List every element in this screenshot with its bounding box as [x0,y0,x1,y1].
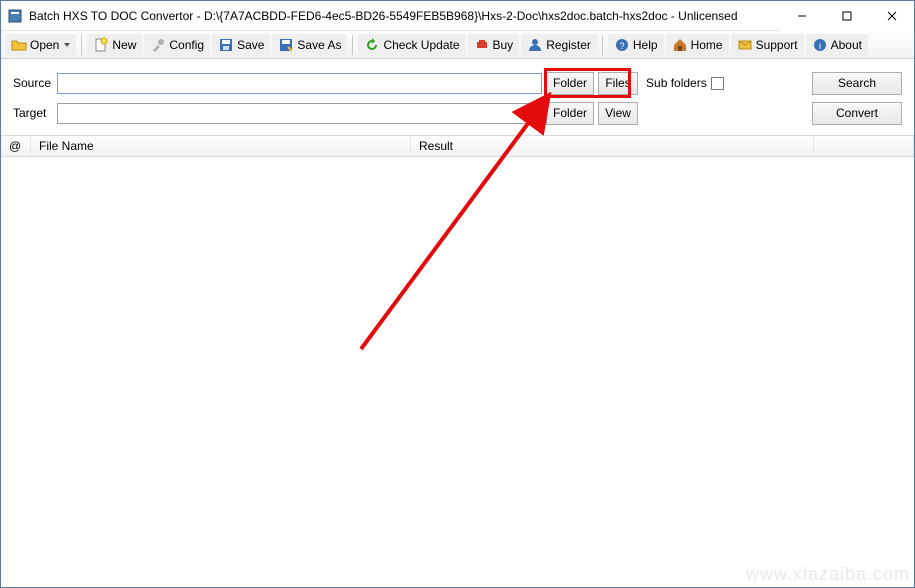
target-label: Target [13,106,53,120]
help-button[interactable]: ? Help [608,34,664,56]
target-input[interactable] [57,103,542,124]
main-toolbar: Open New Config Save Save As Check Updat… [1,31,914,59]
watermark-text: www.xiazaiba.com [746,564,910,585]
sub-folders-option: Sub folders [646,76,724,90]
help-icon: ? [614,37,630,53]
home-button[interactable]: Home [666,34,729,56]
svg-text:?: ? [619,41,624,51]
new-file-icon [93,37,109,53]
register-button[interactable]: Register [521,34,597,56]
svg-text:i: i [819,41,821,51]
sub-folders-label: Sub folders [646,76,707,90]
check-update-button[interactable]: Check Update [358,34,465,56]
open-button[interactable]: Open [5,34,76,56]
form-panel: Source Folder Files Sub folders Search T… [1,59,914,135]
target-folder-button[interactable]: Folder [546,102,594,125]
column-result[interactable]: Result [411,136,814,156]
new-label: New [112,38,136,52]
maximize-button[interactable] [824,1,869,31]
chevron-down-icon [64,43,70,47]
column-filename[interactable]: File Name [31,136,411,156]
help-label: Help [633,38,658,52]
minimize-button[interactable] [779,1,824,31]
save-as-button[interactable]: Save As [272,34,347,56]
open-label: Open [30,38,59,52]
refresh-icon [364,37,380,53]
config-button[interactable]: Config [144,34,210,56]
target-view-button[interactable]: View [598,102,638,125]
save-as-label: Save As [297,38,341,52]
source-files-button[interactable]: Files [598,72,638,95]
tools-icon [150,37,166,53]
home-label: Home [691,38,723,52]
save-as-icon [278,37,294,53]
target-row: Target Folder View Convert [13,99,902,127]
cart-icon [474,37,490,53]
source-folder-button[interactable]: Folder [546,72,594,95]
search-button[interactable]: Search [812,72,902,95]
new-button[interactable]: New [87,34,142,56]
column-at[interactable]: @ [1,136,31,156]
buy-button[interactable]: Buy [468,34,520,56]
toolbar-separator [81,35,82,55]
column-spacer [814,136,914,156]
close-button[interactable] [869,1,914,31]
support-label: Support [756,38,798,52]
buy-label: Buy [493,38,514,52]
convert-button[interactable]: Convert [812,102,902,125]
about-label: About [831,38,862,52]
home-icon [672,37,688,53]
about-button[interactable]: i About [806,34,868,56]
info-icon: i [812,37,828,53]
result-list-header: @ File Name Result [1,135,914,157]
save-label: Save [237,38,264,52]
user-icon [527,37,543,53]
window-title: Batch HXS TO DOC Convertor - D:\{7A7ACBD… [29,9,779,23]
app-icon [7,8,23,24]
support-button[interactable]: Support [731,34,804,56]
source-input[interactable] [57,73,542,94]
save-icon [218,37,234,53]
save-button[interactable]: Save [212,34,270,56]
source-label: Source [13,76,53,90]
register-label: Register [546,38,591,52]
config-label: Config [169,38,204,52]
window-controls [779,1,914,30]
sub-folders-checkbox[interactable] [711,77,724,90]
titlebar: Batch HXS TO DOC Convertor - D:\{7A7ACBD… [1,1,914,31]
source-row: Source Folder Files Sub folders Search [13,69,902,97]
folder-open-icon [11,37,27,53]
check-update-label: Check Update [383,38,459,52]
support-icon [737,37,753,53]
toolbar-separator [602,35,603,55]
toolbar-separator [352,35,353,55]
